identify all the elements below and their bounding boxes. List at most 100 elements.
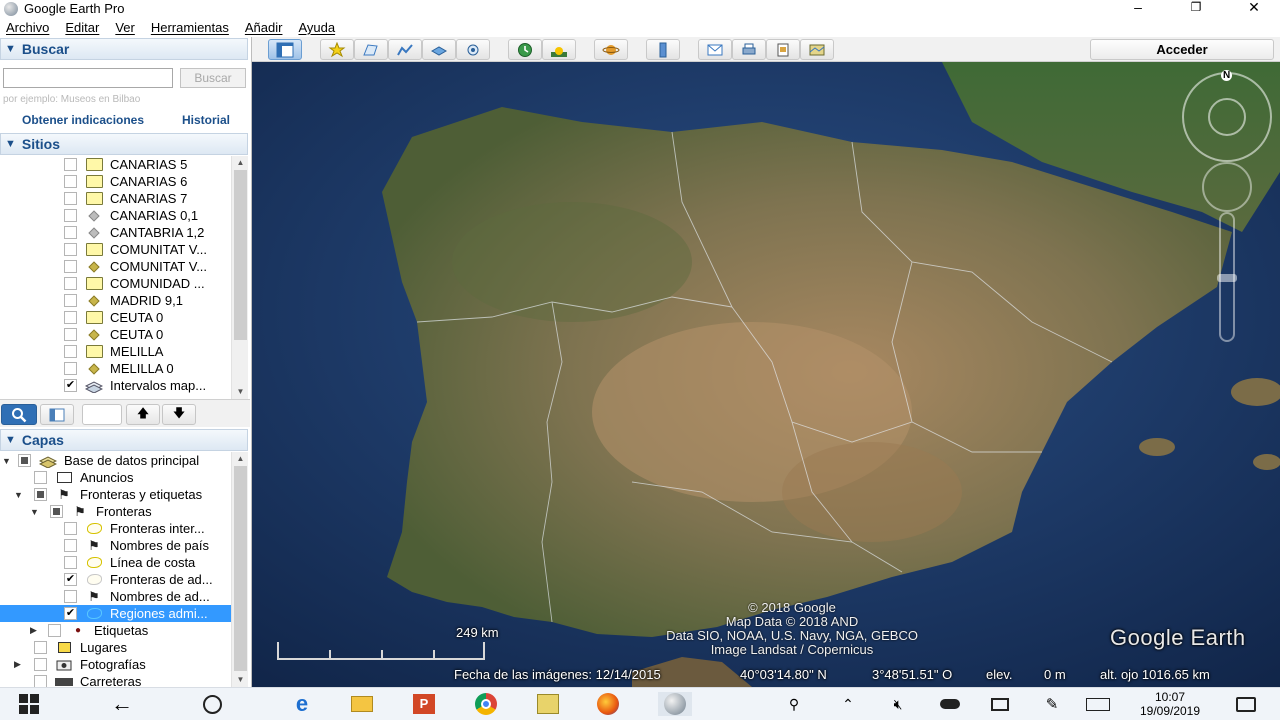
visibility-checkbox[interactable] <box>64 311 77 324</box>
visibility-checkbox[interactable] <box>64 192 77 205</box>
visibility-checkbox[interactable]: ✔ <box>64 379 77 392</box>
scroll-thumb[interactable] <box>234 466 247 671</box>
sidebar-toggle-button[interactable] <box>268 39 302 60</box>
place-item-row[interactable]: CEUTA 0 <box>64 309 163 326</box>
zoom-slider[interactable] <box>1217 212 1237 342</box>
minimize-button[interactable]: – <box>1118 0 1158 17</box>
place-item-row[interactable]: CANARIAS 5 <box>64 156 187 173</box>
visibility-checkbox[interactable] <box>64 590 77 603</box>
visibility-checkbox[interactable] <box>64 556 77 569</box>
visibility-checkbox[interactable] <box>64 522 77 535</box>
menu-ver[interactable]: Ver <box>115 20 135 35</box>
layer-item-row[interactable]: Anuncios <box>34 469 133 486</box>
visibility-checkbox[interactable] <box>34 488 47 501</box>
cortana-icon[interactable] <box>200 692 224 716</box>
ruler-button[interactable] <box>646 39 680 60</box>
chrome-icon[interactable] <box>474 692 498 716</box>
visibility-checkbox[interactable] <box>48 624 61 637</box>
powerpoint-icon[interactable]: P <box>412 692 436 716</box>
directions-link[interactable]: Obtener indicaciones <box>22 113 144 127</box>
layer-item-row[interactable]: ▶ Fotografías <box>14 656 146 673</box>
visibility-checkbox[interactable] <box>18 454 31 467</box>
layers-scrollbar[interactable]: ▲ ▼ <box>231 452 248 687</box>
visibility-checkbox[interactable] <box>64 209 77 222</box>
file-explorer-icon[interactable] <box>350 692 374 716</box>
place-item-row[interactable]: COMUNITAT V... <box>64 258 207 275</box>
save-image-button[interactable] <box>766 39 800 60</box>
place-item-row[interactable]: MELILLA 0 <box>64 360 174 377</box>
scroll-thumb[interactable] <box>234 170 247 340</box>
visibility-checkbox[interactable]: ✔ <box>64 573 77 586</box>
earth-map-view[interactable]: N 249 km © 2018 Google Map Data © 2018 A… <box>252 62 1280 687</box>
navigation-compass[interactable]: N <box>1182 70 1272 162</box>
place-item-row[interactable]: COMUNITAT V... <box>64 241 207 258</box>
sign-in-button[interactable]: Acceder <box>1090 39 1274 60</box>
visibility-checkbox[interactable] <box>34 675 47 687</box>
menu-herramientas[interactable]: Herramientas <box>151 20 229 35</box>
layers-section-header[interactable]: ▼ Capas <box>0 429 248 451</box>
zoom-slider-thumb[interactable] <box>1217 274 1237 282</box>
visibility-checkbox[interactable] <box>64 362 77 375</box>
google-earth-taskbar-icon[interactable] <box>658 692 692 716</box>
move-joystick[interactable] <box>1202 162 1252 212</box>
expand-toggle-icon[interactable]: ▶ <box>14 659 21 670</box>
visibility-checkbox[interactable] <box>64 158 77 171</box>
clock[interactable]: 10:07 19/09/2019 <box>1120 690 1220 718</box>
satellite-imagery[interactable] <box>252 62 1280 687</box>
layer-item-row[interactable]: Línea de costa <box>64 554 195 571</box>
add-image-overlay-button[interactable] <box>422 39 456 60</box>
layer-item-row[interactable]: ▼ Base de datos principal <box>2 452 199 469</box>
layer-item-row[interactable]: Lugares <box>34 639 127 656</box>
visibility-checkbox[interactable] <box>64 277 77 290</box>
visibility-checkbox[interactable] <box>34 658 47 671</box>
menu-editar[interactable]: Editar <box>65 20 99 35</box>
sunlight-button[interactable] <box>542 39 576 60</box>
onedrive-cloud-icon[interactable] <box>938 692 962 716</box>
visibility-checkbox[interactable] <box>34 471 47 484</box>
search-section-header[interactable]: ▼ Buscar <box>0 38 248 60</box>
menu-ayuda[interactable]: Ayuda <box>298 20 335 35</box>
layer-item-row[interactable]: ✔ Regiones admi... <box>0 605 231 622</box>
scroll-down-arrow-icon[interactable]: ▼ <box>232 385 249 399</box>
places-scrollbar[interactable]: ▲ ▼ <box>231 156 248 399</box>
layer-item-row[interactable]: ⚑ Nombres de ad... <box>64 588 210 605</box>
back-arrow-icon[interactable]: ← <box>110 691 134 716</box>
places-section-header[interactable]: ▼ Sitios <box>0 133 248 155</box>
history-link[interactable]: Historial <box>182 113 230 127</box>
add-polygon-button[interactable] <box>354 39 388 60</box>
layer-item-row[interactable]: ▼ ⚑ Fronteras y etiquetas <box>14 486 202 503</box>
windows-start-icon[interactable] <box>17 692 41 716</box>
print-button[interactable] <box>732 39 766 60</box>
place-item-row[interactable]: CEUTA 0 <box>64 326 163 343</box>
menu-archivo[interactable]: Archivo <box>6 20 49 35</box>
view-in-maps-button[interactable] <box>800 39 834 60</box>
expand-toggle-icon[interactable]: ▼ <box>14 490 23 500</box>
add-placemark-button[interactable] <box>320 39 354 60</box>
show-hidden-icons-chevron-icon[interactable]: ⌃ <box>836 692 860 716</box>
record-tour-button[interactable] <box>456 39 490 60</box>
move-down-button[interactable]: 🡇 <box>162 404 196 425</box>
layer-item-row[interactable]: ▼ ⚑ Fronteras <box>30 503 152 520</box>
expand-toggle-icon[interactable]: ▼ <box>2 456 11 466</box>
layer-item-row[interactable]: ⚑ Nombres de país <box>64 537 209 554</box>
place-item-row[interactable]: MADRID 9,1 <box>64 292 183 309</box>
email-button[interactable] <box>698 39 732 60</box>
places-filter-input[interactable] <box>82 404 122 425</box>
scroll-up-arrow-icon[interactable]: ▲ <box>232 156 249 170</box>
edge-browser-icon[interactable]: e <box>290 691 314 716</box>
layer-item-row[interactable]: ✔ Fronteras de ad... <box>64 571 213 588</box>
scroll-up-arrow-icon[interactable]: ▲ <box>232 452 249 466</box>
visibility-checkbox[interactable] <box>64 243 77 256</box>
visibility-checkbox[interactable] <box>34 641 47 654</box>
search-input[interactable] <box>3 68 173 88</box>
panel-toggle-button[interactable] <box>40 404 74 425</box>
add-path-button[interactable] <box>388 39 422 60</box>
visibility-checkbox[interactable] <box>50 505 63 518</box>
look-joystick[interactable] <box>1208 98 1246 136</box>
close-button[interactable]: ✕ <box>1234 0 1274 17</box>
place-item-row[interactable]: MELILLA <box>64 343 163 360</box>
scroll-down-arrow-icon[interactable]: ▼ <box>232 673 249 687</box>
visibility-checkbox[interactable] <box>64 294 77 307</box>
place-item-row[interactable]: COMUNIDAD ... <box>64 275 205 292</box>
visibility-checkbox[interactable] <box>64 260 77 273</box>
